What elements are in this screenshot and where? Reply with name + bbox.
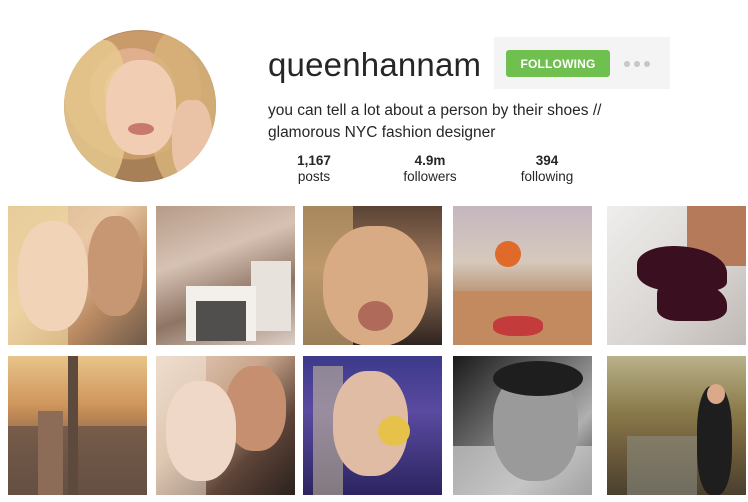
followers-count: 4.9m	[414, 153, 446, 168]
profile-stats: 1,167 posts 4.9m followers 394 following	[0, 153, 748, 193]
posts-label: posts	[297, 169, 331, 184]
photo-tile-selfie-couple[interactable]	[8, 206, 147, 345]
photo-tile-blonde-portrait[interactable]	[303, 206, 442, 345]
photo-grid	[0, 206, 748, 502]
bio-line: you can tell a lot about a person by the…	[268, 102, 602, 119]
profile-bio: you can tell a lot about a person by the…	[268, 100, 688, 144]
profile-username: queenhannam	[268, 46, 482, 83]
following-label: following	[520, 169, 574, 184]
photo-tile-black-heels[interactable]	[607, 206, 746, 345]
photo-tile-two-women-selfie[interactable]	[156, 356, 295, 495]
stat-posts: 1,167 posts	[264, 153, 364, 185]
bio-line: glamorous NYC fashion designer	[268, 124, 496, 141]
photo-tile-autumn-park[interactable]	[607, 356, 746, 495]
posts-count: 1,167	[297, 153, 331, 168]
followers-label: followers	[403, 169, 457, 184]
stat-following[interactable]: 394 following	[497, 153, 597, 185]
ellipsis-icon[interactable]	[620, 50, 654, 77]
stat-followers[interactable]: 4.9m followers	[380, 153, 480, 185]
photo-tile-city-skyline[interactable]	[8, 356, 147, 495]
photo-tile-cupcake-portrait[interactable]	[303, 356, 442, 495]
photo-tile-man-bw-portrait[interactable]	[453, 356, 592, 495]
following-count: 394	[535, 153, 559, 168]
photo-tile-shopping-bags[interactable]	[156, 206, 295, 345]
following-button[interactable]: FOLLOWING	[506, 50, 610, 77]
photo-tile-food-table[interactable]	[453, 206, 592, 345]
follow-action-bar: FOLLOWING	[494, 37, 670, 89]
